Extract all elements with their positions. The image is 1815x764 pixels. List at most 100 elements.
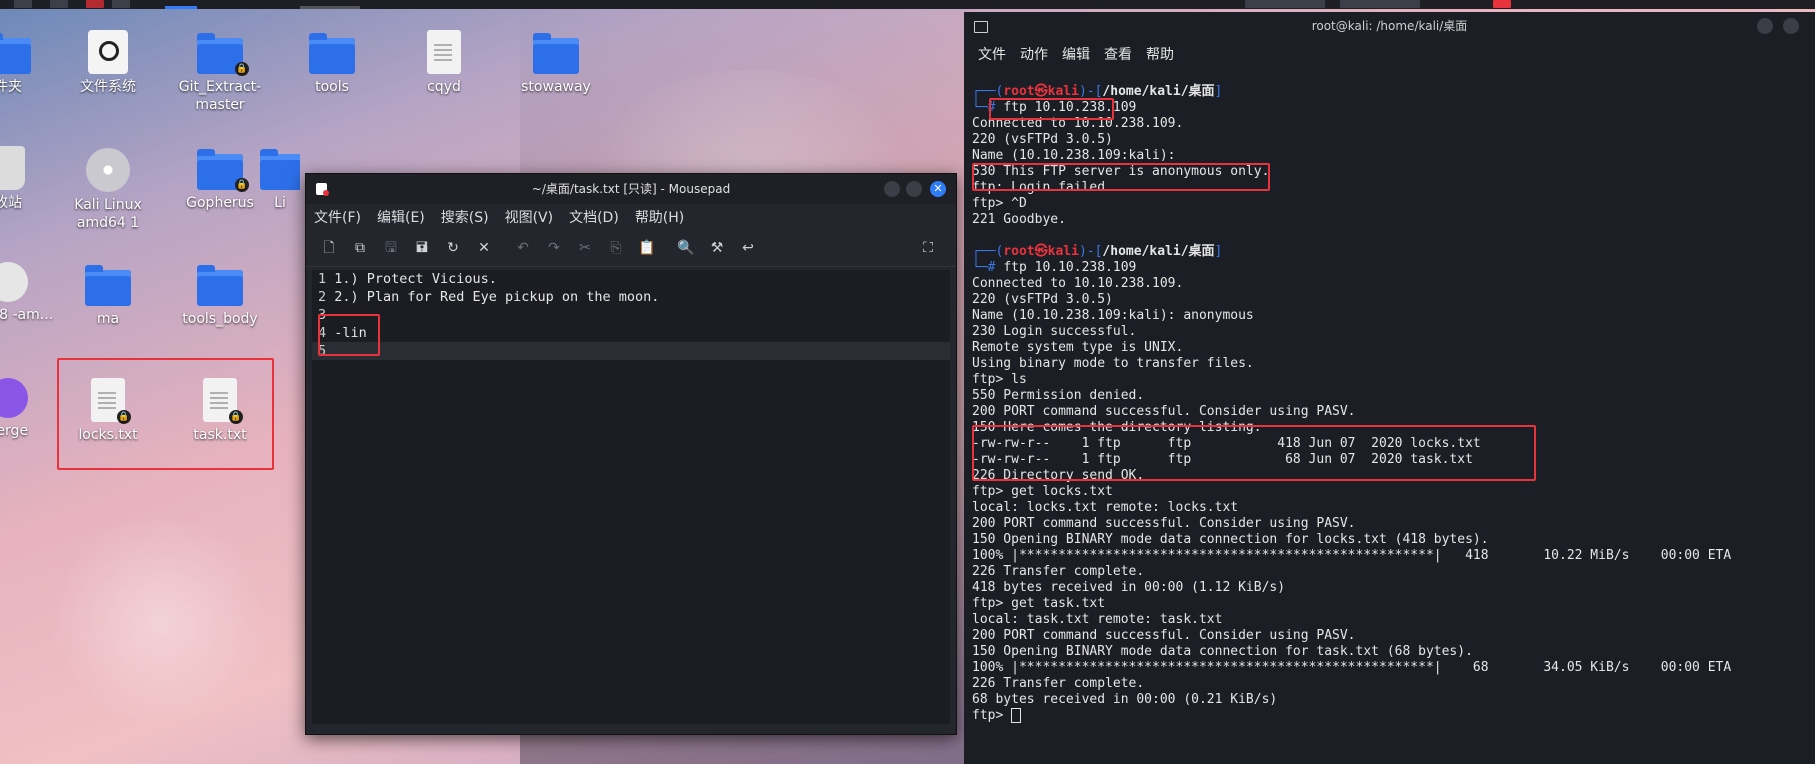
panel-app-icon[interactable]: [50, 0, 68, 8]
folder-icon: [260, 149, 300, 190]
menu-file[interactable]: 文件(F): [314, 207, 361, 227]
desktop-icon-label: 收站: [0, 195, 22, 211]
output-line: 220 (vsFTPd 3.0.5): [972, 292, 1113, 307]
wallpaper-cloud: [40, 520, 280, 720]
panel-app-icon[interactable]: [14, 0, 32, 8]
desktop-icon-verge[interactable]: Verge: [0, 378, 58, 440]
highlight-box: [989, 98, 1114, 120]
save-as-icon[interactable]: 🖬: [411, 237, 433, 259]
panel-active-indicator: [165, 6, 197, 9]
menu-file[interactable]: 文件: [978, 44, 1006, 64]
desktop-icon-folder[interactable]: 件夹: [0, 30, 58, 96]
window-title: root@kali: /home/kali/桌面: [1311, 19, 1468, 33]
save-icon[interactable]: 🖫: [380, 237, 402, 259]
output-line: 220 (vsFTPd 3.0.5): [972, 132, 1113, 147]
paste-icon[interactable]: 📋: [636, 237, 658, 259]
panel-task[interactable]: [1340, 0, 1420, 8]
desktop-icon-partial[interactable]: Li: [260, 146, 300, 212]
output-line: 200 PORT command successful. Consider us…: [972, 628, 1356, 643]
copy-icon[interactable]: ⎘: [605, 237, 627, 259]
desktop-icon-label: cqyd: [427, 79, 461, 95]
desktop-icon-ma[interactable]: ma: [58, 262, 158, 328]
menu-view[interactable]: 视图(V): [505, 207, 554, 227]
folder-icon: 🔒: [197, 149, 249, 192]
title-bar[interactable]: root@kali: /home/kali/桌面: [964, 12, 1815, 40]
undo-icon[interactable]: ↶: [512, 237, 534, 259]
output-line: 68 bytes received in 00:00 (0.21 KiB/s): [972, 692, 1278, 707]
output-line: 418 bytes received in 00:00 (1.12 KiB/s): [972, 580, 1286, 595]
desktop-icon-cqyd[interactable]: cqyd: [394, 30, 494, 96]
output-line: ftp> ^D: [972, 196, 1027, 211]
close-button[interactable]: [1783, 18, 1799, 34]
cut-icon[interactable]: ✂: [574, 237, 596, 259]
maximize-button[interactable]: [906, 181, 922, 197]
close-document-icon[interactable]: ✕: [473, 237, 495, 259]
toolbar: 🗋 ⧉ 🖫 🖬 ↻ ✕ ↶ ↷ ✂ ⎘ 📋 🔍 ⚒ ↩ ⛶: [306, 230, 956, 267]
output-line: 230 Login successful.: [972, 324, 1137, 339]
desktop-icon-label: Li: [274, 195, 286, 211]
terminal-icon: [974, 21, 988, 33]
menu-document[interactable]: 文档(D): [569, 207, 619, 227]
desktop-icon-gopherus[interactable]: 🔒 Gopherus: [170, 146, 270, 212]
title-bar[interactable]: ~/桌面/task.txt [只读] - Mousepad ✕: [306, 174, 956, 204]
desktop-icon-filesystem[interactable]: 文件系统: [58, 30, 158, 96]
output-line: Name (10.10.238.109:kali):: [972, 148, 1176, 163]
panel-task[interactable]: [1245, 0, 1325, 8]
lock-icon: 🔒: [235, 178, 249, 192]
highlight-box: [57, 358, 274, 470]
menu-search[interactable]: 搜索(S): [441, 207, 489, 227]
editor-line: 3: [318, 307, 327, 323]
gear-icon: [0, 262, 28, 302]
output-line: Name (10.10.238.109:kali): anonymous: [972, 308, 1254, 323]
menu-action[interactable]: 动作: [1020, 44, 1048, 64]
menu-help[interactable]: 帮助(H): [635, 207, 684, 227]
reload-icon[interactable]: ↻: [442, 237, 464, 259]
desktop-icon-tools[interactable]: tools: [282, 30, 382, 96]
desktop-icon-settings[interactable]: 4.4-08 -am...: [0, 262, 58, 324]
lock-icon: 🔒: [235, 62, 249, 76]
desktop-icon-stowaway[interactable]: stowaway: [506, 30, 606, 96]
close-button[interactable]: ✕: [930, 181, 946, 197]
output-line: 150 Opening BINARY mode data connection …: [972, 532, 1489, 547]
text-editor[interactable]: 1 1.) Protect Vicious. 2 2.) Plan for Re…: [312, 270, 950, 724]
ftp-prompt-line: ftp>: [972, 708, 1811, 724]
menu-view[interactable]: 查看: [1104, 44, 1132, 64]
mousepad-icon: [316, 183, 329, 196]
output-line: 226 Transfer complete.: [972, 564, 1145, 579]
menu-bar: 文件(F) 编辑(E) 搜索(S) 视图(V) 文档(D) 帮助(H): [306, 204, 956, 230]
new-window-icon[interactable]: ⧉: [349, 237, 371, 259]
menu-help[interactable]: 帮助: [1146, 44, 1174, 64]
editor-line: 2 2.) Plan for Red Eye pickup on the moo…: [318, 289, 660, 305]
search-icon[interactable]: 🔍: [675, 237, 697, 259]
output-line: 226 Transfer complete.: [972, 676, 1145, 691]
desktop-icon-tools-body[interactable]: tools_body: [170, 262, 270, 328]
desktop-icon-label: 件夹: [0, 79, 22, 95]
search-replace-icon[interactable]: ⚒: [706, 237, 728, 259]
redo-icon[interactable]: ↷: [543, 237, 565, 259]
desktop-icon-git-extract[interactable]: 🔒 Git_Extract-master: [170, 30, 270, 114]
panel-app-icon[interactable]: [86, 0, 104, 8]
desktop-icon-kali-disc[interactable]: Kali Linux amd64 1: [58, 146, 158, 232]
folder-icon: [309, 33, 355, 74]
fullscreen-icon[interactable]: ⛶: [917, 237, 939, 259]
panel-task[interactable]: [300, 6, 360, 9]
window-title: ~/桌面/task.txt [只读] - Mousepad: [531, 182, 731, 196]
minimize-button[interactable]: [1757, 18, 1773, 34]
desktop-icon-trash[interactable]: 收站: [0, 146, 58, 212]
folder-icon: [0, 33, 31, 74]
top-panel: [0, 0, 1815, 9]
minimize-button[interactable]: [884, 181, 900, 197]
drive-icon: [88, 30, 128, 74]
output-line: local: task.txt remote: task.txt: [972, 612, 1223, 627]
menu-edit[interactable]: 编辑(E): [377, 207, 425, 227]
editor-line: 1 1.) Protect Vicious.: [318, 271, 497, 287]
panel-status-icon[interactable]: [1493, 0, 1511, 8]
new-document-icon[interactable]: 🗋: [318, 237, 340, 259]
output-line: ftp> get task.txt: [972, 596, 1106, 611]
desktop-icon-label: tools_body: [182, 311, 258, 327]
menu-edit[interactable]: 编辑: [1062, 44, 1090, 64]
output-line: ftp> ls: [972, 372, 1027, 387]
panel-app-icon[interactable]: [112, 0, 130, 8]
goto-line-icon[interactable]: ↩: [737, 237, 759, 259]
